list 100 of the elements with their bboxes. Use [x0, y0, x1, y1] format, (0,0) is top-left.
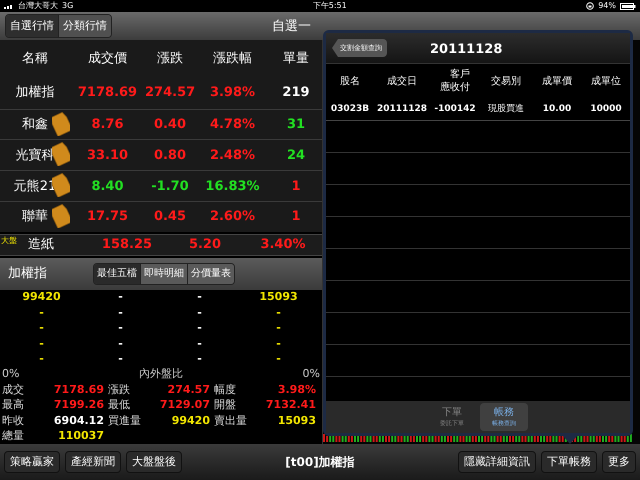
table-cell-text: 20111128	[376, 102, 428, 116]
table-cell-text: 24	[286, 146, 306, 165]
tag-icon[interactable]	[52, 204, 70, 228]
order-book-cell-text: -	[275, 336, 282, 352]
table-cell-text: 1	[290, 208, 302, 226]
stock-name[interactable]: 加權指	[16, 83, 54, 103]
order-book-cell-text: -	[196, 304, 203, 320]
order-book-cell-text: -	[117, 304, 124, 320]
ticker-value: 3.40%	[260, 236, 306, 254]
ticker-name: 造紙	[28, 236, 55, 254]
column-header: 成交價	[87, 50, 128, 68]
table-cell-text: 4.78%	[208, 116, 256, 134]
stat-value: 7129.07	[158, 397, 210, 413]
table-cell-text: 3.98%	[208, 84, 256, 102]
toolbar-button[interactable]: 大盤盤後	[126, 451, 182, 473]
toolbar-button[interactable]: 下單帳務	[541, 451, 597, 473]
table-cell-text: 7178.69	[76, 84, 138, 102]
toolbar-button[interactable]: 產經新聞	[65, 451, 121, 473]
screen-title: 自選一	[272, 18, 311, 36]
popover-title: 20111128	[430, 41, 502, 59]
table-cell-text: 219	[281, 84, 311, 102]
stat-value: 7132.41	[264, 397, 316, 413]
table-cell-text: 10000	[589, 102, 623, 116]
column-header: 成交日	[387, 74, 417, 89]
ratio-label: 內外盤比	[139, 366, 183, 382]
panel-tab[interactable]: 分價量表	[187, 264, 234, 284]
stat-value: 15093	[276, 412, 316, 428]
stock-name[interactable]: 聯華	[22, 207, 48, 227]
order-book-cell-text: -	[38, 351, 45, 367]
stat-value: 3.98%	[276, 382, 316, 398]
stat-value: 7199.26	[52, 397, 104, 413]
table-cell-text: 16.83%	[204, 178, 261, 196]
stat-label: 成交	[2, 382, 25, 398]
panel-tab[interactable]: 最佳五檔	[94, 264, 140, 284]
clock: 下午5:51	[312, 2, 347, 10]
table-cell-text: 8.40	[90, 178, 125, 196]
table-cell-text: 0.40	[152, 116, 188, 134]
toolbar-button[interactable]: 策略贏家	[4, 451, 60, 473]
order-book-cell-text: -	[117, 320, 124, 336]
table-cell-text: 10.00	[542, 102, 572, 116]
toolbar-title: [t00]加權指	[284, 454, 356, 471]
order-book-cell-text: -	[196, 336, 203, 352]
column-header: 成單價	[542, 74, 572, 89]
table-cell-text: 0.80	[152, 146, 188, 165]
toolbar-button[interactable]: 隱藏詳細資訊	[458, 451, 536, 473]
stock-name[interactable]: 和鑫	[22, 114, 48, 134]
table-cell-text: 8.76	[90, 116, 125, 134]
tag-icon[interactable]	[52, 112, 70, 136]
table-cell-text: 17.75	[86, 208, 130, 226]
ticker-value: 158.25	[102, 236, 152, 254]
order-book-cell-text: -	[275, 320, 282, 336]
toolbar-button[interactable]: 更多	[602, 451, 636, 473]
ratio-left: 0%	[2, 366, 20, 382]
column-header: 單量	[282, 50, 310, 68]
table-cell-text: 2.60%	[208, 208, 256, 226]
stat-label: 賣出量	[214, 412, 248, 428]
column-header: 成單位	[591, 74, 621, 89]
segment-tab[interactable]: 分類行情	[58, 15, 111, 37]
panel-tab[interactable]: 即時明細	[140, 264, 187, 284]
order-book-cell-text: -	[196, 289, 203, 305]
order-book-cell-text: -	[38, 304, 45, 320]
ratio-right: 0%	[302, 366, 320, 382]
stat-label: 最低	[108, 397, 131, 413]
tag-icon[interactable]	[52, 173, 70, 198]
column-header: 股名	[340, 75, 360, 89]
panel-title: 加權指	[8, 265, 48, 284]
stat-label: 總量	[2, 428, 25, 444]
battery-percent: 94%	[598, 2, 616, 10]
stat-value: 6904.12	[52, 412, 104, 428]
order-book-cell-text: 15093	[258, 289, 299, 305]
stat-value: 274.57	[166, 382, 210, 398]
order-book-cell-text: -	[117, 336, 124, 352]
battery-icon	[620, 2, 636, 10]
column-header: 漲跌	[156, 50, 184, 68]
column-header: 客戶應收付	[440, 69, 470, 94]
signal-icon	[4, 3, 14, 9]
stat-label: 幅度	[214, 382, 237, 398]
carrier-label: 台灣大哥大	[18, 2, 58, 10]
order-book-cell-text: -	[196, 351, 203, 367]
ticker-value: 5.20	[188, 236, 222, 254]
stat-label: 漲跌	[108, 382, 131, 398]
stock-name[interactable]: 光寶科	[16, 146, 54, 166]
order-book-cell-text: 99420	[21, 289, 62, 305]
table-cell-text: 33.10	[86, 146, 130, 165]
column-header: 交易別	[491, 74, 521, 89]
table-cell-text: -100142	[433, 102, 477, 116]
market-label: 大盤	[1, 235, 17, 247]
column-header: 名稱	[21, 50, 49, 68]
stat-label: 最高	[2, 397, 25, 413]
order-book-cell-text: -	[117, 351, 124, 367]
table-cell-text: -1.70	[150, 178, 190, 196]
column-header: 漲跌幅	[212, 50, 253, 68]
stat-label: 開盤	[214, 397, 237, 413]
order-book-cell-text: -	[38, 336, 45, 352]
segment-tab[interactable]: 自選行情	[6, 15, 58, 37]
network-label: 3G	[62, 2, 74, 10]
order-book-cell-text: -	[275, 351, 282, 367]
order-book-cell-text: -	[196, 320, 203, 336]
order-book-cell-text: -	[275, 304, 282, 320]
tag-icon[interactable]	[52, 142, 70, 166]
